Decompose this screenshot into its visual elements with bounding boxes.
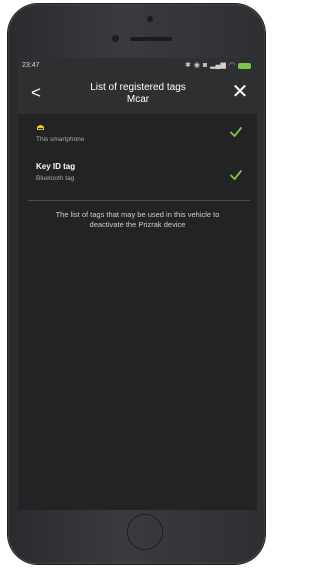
- phone-camera: [147, 16, 153, 22]
- location-icon: ◉: [193, 62, 200, 69]
- status-bar: 23:47 ✱ ◉ ◙ ▂▄▆ ◠: [18, 58, 257, 74]
- page-title: List of registered tags Mcar: [54, 82, 222, 106]
- bluetooth-icon: ✱: [184, 62, 191, 69]
- info-text-line2: deactivate the Prizrak device: [89, 220, 186, 229]
- info-text: The list of tags that may be used in thi…: [32, 210, 243, 230]
- close-icon: ✕: [231, 81, 249, 103]
- app-screen: 23:47 ✱ ◉ ◙ ▂▄▆ ◠ < List of registered t…: [18, 58, 257, 510]
- page-title-line2: Mcar: [126, 94, 150, 105]
- status-time: 23:47: [22, 62, 40, 69]
- divider: [28, 200, 250, 201]
- back-button[interactable]: <: [26, 82, 46, 104]
- close-button[interactable]: ✕: [229, 81, 251, 103]
- tag-name: Key ID tag: [36, 162, 76, 171]
- info-text-line1: The list of tags that may be used in thi…: [55, 210, 220, 219]
- check-icon: [230, 170, 242, 180]
- battery-icon: [238, 63, 251, 69]
- signal-icon: ▂▄▆: [210, 62, 226, 69]
- list-item[interactable]: This smartphone: [18, 122, 257, 158]
- app-header: < List of registered tags Mcar ✕: [18, 74, 257, 114]
- tag-subtitle: Bluetooth tag: [36, 175, 75, 182]
- home-button[interactable]: [127, 514, 163, 550]
- tags-list: This smartphone Key ID tag Bluetooth tag…: [18, 114, 257, 510]
- alarm-icon: ◙: [202, 62, 208, 69]
- status-icons: ✱ ◉ ◙ ▂▄▆ ◠: [185, 61, 251, 70]
- list-item[interactable]: Key ID tag Bluetooth tag: [18, 162, 257, 198]
- page-title-line1: List of registered tags: [90, 82, 186, 93]
- phone-speaker: [130, 37, 172, 41]
- tag-subtitle: This smartphone: [36, 136, 85, 143]
- front-camera: [112, 35, 119, 42]
- chevron-left-icon: <: [31, 83, 41, 102]
- check-icon: [230, 127, 242, 137]
- tag-icon: [37, 125, 44, 130]
- wifi-icon: ◠: [228, 62, 235, 69]
